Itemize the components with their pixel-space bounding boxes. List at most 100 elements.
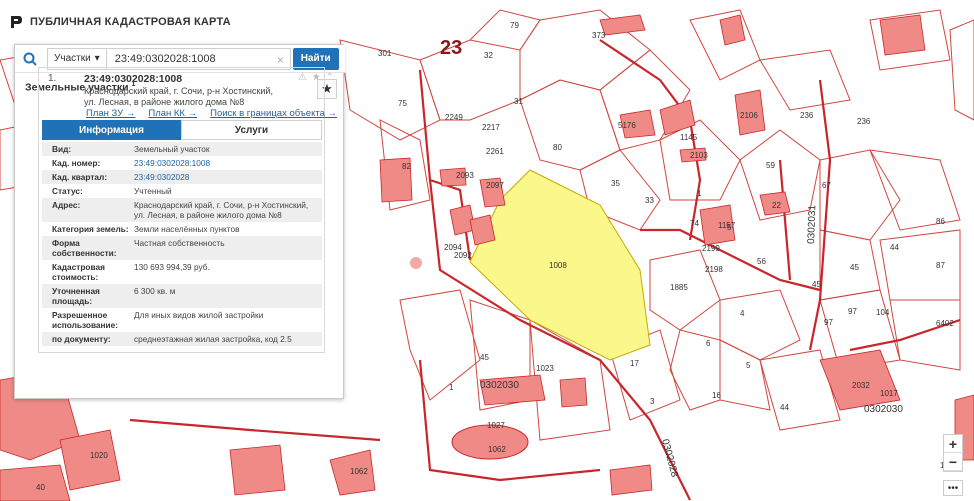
- parcel-label: 31: [514, 97, 523, 106]
- info-key: по документу:: [52, 334, 111, 344]
- parcel-label: 2032: [852, 381, 870, 390]
- quarter-label: 0302030: [480, 380, 519, 391]
- info-row: Адрес: Краснодарский край, г. Сочи, р-н Х…: [42, 198, 322, 222]
- parcel-label: 4: [740, 309, 745, 318]
- info-value: Земельный участок: [134, 144, 210, 154]
- result-links: План ЗУ → План КК → Поиск в границах объ…: [86, 108, 337, 119]
- search-input-value: 23:49:0302028:1008: [114, 52, 216, 65]
- parcel-label: 74: [690, 219, 699, 228]
- parcel-label: 56: [757, 257, 766, 266]
- info-value: Частная собственность: [134, 238, 225, 248]
- parcel-label: 97: [824, 318, 833, 327]
- parcel-label: 1: [449, 383, 454, 392]
- parcel-label: 2217: [482, 123, 500, 132]
- parcel-label: 1027: [487, 421, 505, 430]
- parcel-label: 2249: [445, 113, 463, 122]
- parcel-label: 1145: [680, 133, 698, 142]
- info-key: Категория земель:: [52, 224, 129, 234]
- parcel-label: 236: [857, 117, 871, 126]
- zoom-out-button[interactable]: −: [944, 453, 962, 471]
- info-key: Разрешенное использование:: [52, 310, 119, 330]
- parcel-label: 2198: [705, 265, 723, 274]
- parcel-label: 22: [772, 201, 781, 210]
- result-number[interactable]: 23:49:0302028:1008: [84, 73, 182, 85]
- parcel-label: 6402: [936, 319, 954, 328]
- parcel-label: 32: [484, 51, 493, 60]
- info-value: среднеэтажная жилая застройка, код 2.5: [134, 334, 292, 344]
- info-value: Для иных видов жилой застройки: [134, 310, 264, 320]
- parcel-label: 40: [36, 483, 45, 492]
- parcel-label: 35: [611, 179, 620, 188]
- parcel-label: 44: [780, 403, 789, 412]
- parcel-label: 45: [850, 263, 859, 272]
- plan-zu-link[interactable]: План ЗУ →: [86, 108, 135, 119]
- parcel-label: 2093: [456, 171, 474, 180]
- info-value: 6 300 кв. м: [134, 286, 176, 296]
- parcel-label: 5: [746, 361, 751, 370]
- info-key: Форма собственности:: [52, 238, 117, 258]
- info-value: 130 693 994,39 руб.: [134, 262, 210, 272]
- parcel-label: 6: [706, 339, 711, 348]
- parcel-label: 1885: [670, 283, 688, 292]
- info-key: Статус:: [52, 186, 83, 196]
- info-row: Кад. квартал: 23:49:0302028: [42, 170, 322, 184]
- more-button[interactable]: •••: [943, 480, 963, 496]
- info-key: Кад. квартал:: [52, 172, 108, 182]
- parcel-label: 1023: [536, 364, 554, 373]
- parcel-label: 2261: [486, 147, 504, 156]
- parcel-label: 2097: [486, 181, 504, 190]
- parcel-label: 2199: [702, 244, 720, 253]
- tab-info[interactable]: Информация: [42, 120, 181, 140]
- app-header: ПУБЛИЧНАЯ КАДАСТРОВАЯ КАРТА: [8, 14, 231, 30]
- zoom-in-button[interactable]: +: [944, 435, 962, 453]
- parcel-label: 373: [592, 31, 606, 40]
- parcel-label: 97: [848, 307, 857, 316]
- plan-kk-link[interactable]: План КК →: [148, 108, 197, 119]
- chevron-down-icon: ▾: [94, 53, 100, 64]
- info-key: Кадастровая стоимость:: [52, 262, 105, 282]
- parcel-label: 45: [812, 280, 821, 289]
- info-row: Форма собственности: Частная собственност…: [42, 236, 322, 260]
- parcel-label: 59: [766, 161, 775, 170]
- info-value: Учтенный: [134, 186, 172, 196]
- logo-icon: [11, 16, 22, 28]
- search-bounds-link[interactable]: Поиск в границах объекта →: [210, 108, 337, 119]
- parcel-label: 2092: [454, 251, 472, 260]
- parcel-label: 75: [398, 99, 407, 108]
- tabs: Информация Услуги: [42, 120, 322, 140]
- info-key: Адрес:: [52, 200, 81, 210]
- parcel-label: 3: [650, 397, 655, 406]
- parcel-label: 80: [553, 143, 562, 152]
- quarter-label: 0302030: [864, 404, 903, 415]
- tab-services[interactable]: Услуги: [181, 120, 322, 140]
- card-action-icons[interactable]: ⚠ ★ ⌃: [298, 72, 335, 83]
- app-title: ПУБЛИЧНАЯ КАДАСТРОВАЯ КАРТА: [30, 16, 231, 28]
- parcel-label: 301: [378, 49, 392, 58]
- info-value: Краснодарский край, г. Сочи, р-н Хостинс…: [134, 200, 309, 220]
- parcel-label: 104: [876, 308, 890, 317]
- info-row: Кад. номер: 23:49:0302028:1008: [42, 156, 322, 170]
- parcel-label: 16: [712, 391, 721, 400]
- parcel-label: 45: [480, 353, 489, 362]
- parcel-label: 86: [936, 217, 945, 226]
- parcel-label: 82: [402, 162, 411, 171]
- parcel-label: 44: [890, 243, 899, 252]
- info-row: по документу: среднеэтажная жилая застрой…: [42, 332, 322, 346]
- result-address: Краснодарский край, г. Сочи, р-н Хостинс…: [84, 86, 273, 107]
- map-marker: [410, 257, 422, 269]
- info-key: Кад. номер:: [52, 158, 101, 168]
- search-type-label: Участки: [54, 53, 91, 64]
- clear-icon[interactable]: ×: [277, 53, 284, 67]
- parcel-label: 1062: [350, 467, 368, 476]
- info-key: Вид:: [52, 144, 72, 154]
- info-row: Категория земель: Земли населённых пункто…: [42, 222, 322, 236]
- info-table: Вид: Земельный участок Кад. номер: 23:49:0…: [42, 142, 322, 346]
- parcel-label: 87: [936, 261, 945, 270]
- zoom-control: + −: [943, 434, 963, 472]
- info-row: Разрешенное использование: Для иных видов…: [42, 308, 322, 332]
- parcel-label: 2106: [740, 111, 758, 120]
- info-value-link[interactable]: 23:49:0302028: [134, 172, 314, 182]
- parcel-label: 1017: [880, 389, 898, 398]
- info-value-link[interactable]: 23:49:0302028:1008: [134, 158, 314, 168]
- parcel-label: 236: [800, 111, 814, 120]
